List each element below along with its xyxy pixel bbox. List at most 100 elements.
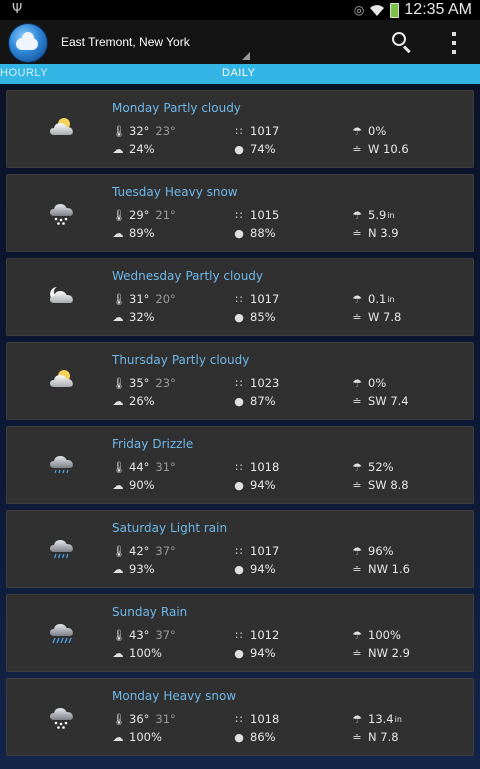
wind-value: N 3.9: [368, 226, 399, 240]
precip-value: 0%: [368, 376, 387, 390]
forecast-day-card-4[interactable]: Friday Drizzle 🌡 44° 31° ☁ 90% ∷ 1018 ● 94…: [6, 426, 474, 504]
thermometer-icon: 🌡: [112, 544, 126, 558]
app-logo-icon[interactable]: [9, 24, 47, 62]
cloud-icon: ☁: [112, 730, 124, 744]
cloud-cover: ☁ 89%: [112, 226, 155, 240]
pressure: ∷ 1018: [233, 460, 280, 474]
drizzle-icon: [50, 456, 73, 474]
vibrate-icon: ◎: [353, 3, 365, 17]
pressure-value: 1017: [250, 124, 280, 138]
partly-cloudy-day-icon: [50, 118, 73, 135]
cloud-cover: ☁ 24%: [112, 142, 155, 156]
tab-hourly[interactable]: HOURLY: [0, 67, 48, 79]
temp-high: 35°: [129, 376, 150, 390]
cloud-value: 100%: [129, 730, 162, 744]
cloud-value: 100%: [129, 646, 162, 660]
forecast-day-title: Wednesday Partly cloudy: [112, 269, 263, 283]
precip-unit: in: [387, 294, 395, 304]
humidity-drop-icon: ●: [234, 730, 244, 744]
pressure: ∷ 1015: [233, 208, 280, 222]
day-name: Sunday: [112, 605, 157, 619]
wind-value: SW 7.4: [368, 394, 409, 408]
humidity-value: 85%: [250, 310, 276, 324]
pressure-icon: ∷: [235, 628, 243, 642]
humidity-value: 74%: [250, 142, 276, 156]
location-selector[interactable]: East Tremont, New York: [61, 35, 190, 49]
temperature: 🌡 44° 31°: [112, 460, 176, 474]
wind-value: SW 8.8: [368, 478, 409, 492]
pressure: ∷ 1018: [233, 712, 280, 726]
temp-low: 37°: [155, 544, 176, 558]
wind: ≐ W 7.8: [351, 310, 401, 324]
day-name: Monday: [112, 101, 160, 115]
cloud-icon: ☁: [112, 646, 124, 660]
pressure-value: 1018: [250, 712, 280, 726]
cloud-icon: ☁: [112, 478, 124, 492]
humidity: ● 87%: [233, 394, 276, 408]
wind-icon: ≐: [352, 646, 362, 660]
forecast-day-card-1[interactable]: Tuesday Heavy snow 🌡 29° 21° ☁ 89% ∷ 1015 …: [6, 174, 474, 252]
pressure-icon: ∷: [235, 460, 243, 474]
umbrella-icon: ☂: [352, 292, 362, 306]
wind: ≐ NW 2.9: [351, 646, 410, 660]
heavy-snow-icon: [50, 708, 73, 729]
temperature: 🌡 35° 23°: [112, 376, 176, 390]
forecast-day-card-5[interactable]: Saturday Light rain 🌡 42° 37° ☁ 93% ∷ 1017…: [6, 510, 474, 588]
cloud-icon: ☁: [112, 394, 124, 408]
cloud-value: 93%: [129, 562, 155, 576]
forecast-day-title: Thursday Partly cloudy: [112, 353, 249, 367]
temp-high: 29°: [129, 208, 150, 222]
temp-high: 43°: [129, 628, 150, 642]
cloud-icon: ☁: [112, 310, 124, 324]
forecast-day-card-0[interactable]: Monday Partly cloudy 🌡 32° 23° ☁ 24% ∷ 101…: [6, 90, 474, 168]
forecast-day-card-6[interactable]: Sunday Rain 🌡 43° 37° ☁ 100% ∷ 1012 ● 94% …: [6, 594, 474, 672]
precip-value: 52%: [368, 460, 394, 474]
cloud-value: 90%: [129, 478, 155, 492]
partly-cloudy-day-icon: [50, 370, 73, 387]
cloud-cover: ☁ 26%: [112, 394, 155, 408]
dropdown-indicator-icon: [242, 52, 250, 60]
forecast-day-card-2[interactable]: Wednesday Partly cloudy 🌡 31° 20° ☁ 32% ∷ …: [6, 258, 474, 336]
temperature: 🌡 31° 20°: [112, 292, 176, 306]
action-bar: East Tremont, New York: [0, 20, 480, 64]
precipitation: ☂ 0%: [351, 124, 387, 138]
forecast-day-card-7[interactable]: Monday Heavy snow 🌡 36° 31° ☁ 100% ∷ 1018 …: [6, 678, 474, 756]
humidity-value: 94%: [250, 478, 276, 492]
humidity: ● 88%: [233, 226, 275, 240]
search-icon[interactable]: [392, 32, 414, 54]
cloud-value: 89%: [129, 226, 155, 240]
temperature: 🌡 36° 31°: [112, 712, 176, 726]
temp-high: 44°: [129, 460, 150, 474]
pressure-value: 1017: [250, 292, 280, 306]
humidity: ● 86%: [233, 730, 275, 744]
condition-text: Partly cloudy: [185, 269, 264, 283]
temp-high: 36°: [129, 712, 150, 726]
humidity-value: 87%: [250, 394, 276, 408]
heavy-snow-icon: [50, 204, 73, 225]
overflow-menu-icon[interactable]: [448, 32, 460, 54]
umbrella-icon: ☂: [352, 628, 362, 642]
thermometer-icon: 🌡: [112, 124, 126, 138]
precip-value: 13.4: [368, 712, 394, 726]
pressure: ∷ 1017: [233, 292, 280, 306]
humidity-drop-icon: ●: [234, 142, 244, 156]
umbrella-icon: ☂: [352, 124, 362, 138]
cloud-cover: ☁ 93%: [112, 562, 155, 576]
status-bar: Ψ ◎ 12:35 AM: [0, 0, 480, 20]
condition-text: Partly cloudy: [163, 101, 241, 115]
battery-icon: [390, 2, 400, 18]
temp-high: 42°: [129, 544, 150, 558]
condition-text: Heavy snow: [163, 689, 237, 703]
humidity-value: 94%: [250, 562, 276, 576]
temp-low: 21°: [155, 208, 176, 222]
pressure-value: 1023: [250, 376, 280, 390]
usb-icon: Ψ: [12, 2, 23, 17]
forecast-day-card-3[interactable]: Thursday Partly cloudy 🌡 35° 23° ☁ 26% ∷ 1…: [6, 342, 474, 420]
forecast-day-title: Friday Drizzle: [112, 437, 193, 451]
wind-value: W 7.8: [368, 310, 402, 324]
temperature: 🌡 42° 37°: [112, 544, 176, 558]
pressure-icon: ∷: [235, 712, 243, 726]
tab-daily[interactable]: DAILY: [222, 67, 255, 79]
cloud-icon: ☁: [112, 562, 124, 576]
temperature: 🌡 43° 37°: [112, 628, 176, 642]
